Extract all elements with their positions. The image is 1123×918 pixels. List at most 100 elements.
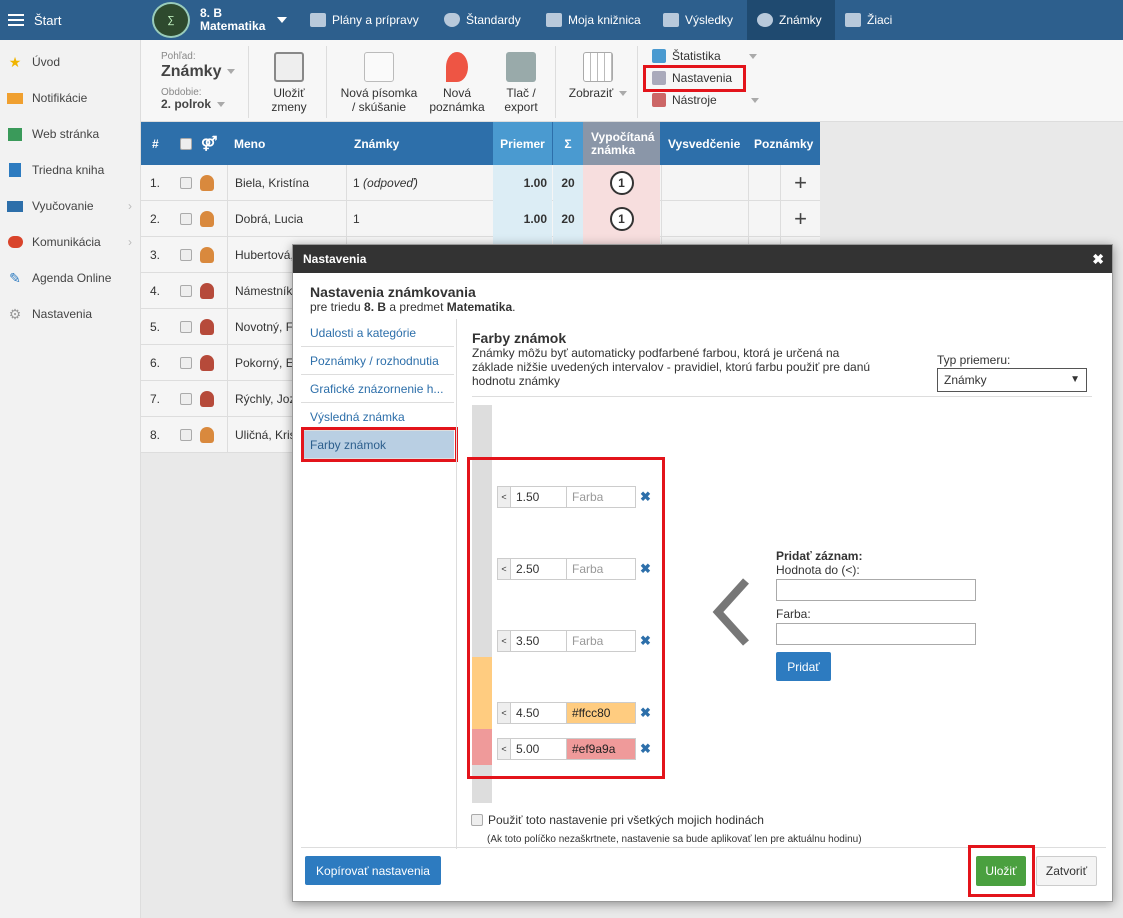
row-checkbox[interactable] <box>180 201 192 237</box>
row-notes-cell <box>748 165 780 201</box>
row-checkbox[interactable] <box>180 417 192 453</box>
col-sum[interactable]: Σ <box>553 122 583 165</box>
new-test-button[interactable]: Nová písomka / skúšanie <box>335 52 423 114</box>
col-name[interactable]: Meno <box>234 122 265 165</box>
row-checkbox[interactable] <box>180 165 192 201</box>
apply-all-option[interactable]: Použiť toto nastavenie pri všetkých moji… <box>471 813 764 827</box>
sidebar-item-teaching[interactable]: Vyučovanie › <box>0 188 140 224</box>
highlight-save-button <box>968 845 1035 897</box>
avg-type-select[interactable]: Známky ▼ <box>937 368 1087 392</box>
col-notes[interactable]: Poznámky <box>754 122 813 165</box>
book-icon <box>6 162 24 178</box>
sidebar-item-label: Vyučovanie <box>32 199 94 213</box>
tab-events-categories[interactable]: Udalosti a kategórie <box>301 319 454 347</box>
chevron-down-icon <box>748 53 757 59</box>
tab-notes-decisions[interactable]: Poznámky / rozhodnutia <box>301 347 454 375</box>
table-row: 2. Dobrá, Lucia 1 1.00 20 1 + <box>141 201 820 237</box>
start-menu-button[interactable]: Štart <box>0 0 141 40</box>
grid-settings-icon <box>583 52 613 82</box>
apply-all-checkbox[interactable] <box>471 814 483 826</box>
row-checkbox[interactable] <box>180 309 192 345</box>
modal-title: Nastavenia <box>303 252 367 266</box>
view-value: Známky <box>161 63 222 80</box>
row-checkbox[interactable] <box>180 237 192 273</box>
sidebar-item-classbook[interactable]: Triedna kniha <box>0 152 140 188</box>
section-description: Známky môžu byť automaticky podfarbené f… <box>472 346 871 388</box>
sidebar-item-communication[interactable]: Komunikácia › <box>0 224 140 260</box>
subtitle-mid: a predmet <box>389 300 444 314</box>
sidebar-item-agenda[interactable]: ✎ Agenda Online <box>0 260 140 296</box>
view-label: Pohľad: <box>161 51 196 62</box>
add-note-icon[interactable]: + <box>780 165 820 201</box>
nav-students[interactable]: Žiaci <box>845 0 892 40</box>
sidebar-item-web[interactable]: Web stránka <box>0 116 140 152</box>
new-note-button[interactable]: Nová poznámka <box>427 52 487 114</box>
row-grades[interactable]: 1 <box>346 201 493 237</box>
sidebar-item-label: Notifikácie <box>32 91 88 105</box>
col-calc[interactable]: Vypočítaná známka <box>583 122 660 165</box>
row-calc: 1 <box>583 201 660 237</box>
save-label-2: zmeny <box>271 100 307 114</box>
add-value-input[interactable] <box>776 579 976 601</box>
subtitle-class: 8. B <box>364 300 387 314</box>
row-checkbox[interactable] <box>180 345 192 381</box>
row-grade-value: 1 <box>353 176 360 190</box>
save-changes-button[interactable]: Uložiť zmeny <box>251 52 327 114</box>
nav-plans[interactable]: Plány a prípravy <box>310 0 419 40</box>
floppy-disk-icon <box>274 52 304 82</box>
tab-graphic[interactable]: Grafické znázornenie h... <box>301 375 454 403</box>
sidebar-item-label: Web stránka <box>32 127 100 141</box>
highlight-grade-colors-tab <box>301 427 458 462</box>
close-icon[interactable]: ✖ <box>1092 251 1104 268</box>
calc-grade[interactable]: 1 <box>609 171 634 195</box>
calc-grade[interactable]: 1 <box>609 207 634 231</box>
nav-standards[interactable]: Štandardy <box>444 0 521 40</box>
subtitle-subject: Matematika <box>446 300 513 314</box>
grade-colors-panel: Farby známok Známky môžu byť automaticky… <box>456 319 1106 849</box>
print-export-button[interactable]: Tlač / export <box>491 52 551 114</box>
row-grade-value: 1 <box>353 212 360 226</box>
avg-type-label: Typ priemeru: <box>937 353 1011 367</box>
row-cert[interactable] <box>661 165 748 201</box>
show-button[interactable]: Zobraziť <box>562 52 634 100</box>
pupil-icon <box>200 417 214 453</box>
row-checkbox[interactable] <box>180 273 192 309</box>
period-selector[interactable]: 2. polrok <box>161 97 226 111</box>
add-note-icon[interactable]: + <box>780 201 820 237</box>
sidebar-item-intro[interactable]: ★ Úvod <box>0 44 140 80</box>
pupil-icon <box>200 381 214 417</box>
col-grades[interactable]: Známky <box>354 122 399 165</box>
sidebar-item-label: Komunikácia <box>32 235 101 249</box>
nav-results[interactable]: Výsledky <box>663 0 733 40</box>
add-record-form: Pridať záznam: Hodnota do (<): Farba: Pr… <box>776 549 976 681</box>
sidebar-item-notifications[interactable]: Notifikácie <box>0 80 140 116</box>
close-button[interactable]: Zatvoriť <box>1036 856 1097 886</box>
add-value-label: Hodnota do (<): <box>776 563 860 577</box>
nav-library[interactable]: Moja knižnica <box>546 0 641 40</box>
sidebar-item-settings[interactable]: ⚙ Nastavenia <box>0 296 140 332</box>
tools-menu[interactable]: Nástroje <box>652 93 759 107</box>
col-cert[interactable]: Vysvedčenie <box>668 122 740 165</box>
nav-grades[interactable]: Známky <box>747 0 835 40</box>
sidebar: ★ Úvod Notifikácie Web stránka Triedna kn… <box>0 40 141 918</box>
select-all-checkbox[interactable] <box>180 122 192 165</box>
add-button[interactable]: Pridať <box>776 652 831 681</box>
row-checkbox[interactable] <box>180 381 192 417</box>
class-selector[interactable]: ∑ 8. B Matematika <box>152 2 288 38</box>
chevron-down-icon <box>227 69 236 75</box>
copy-settings-button[interactable]: Kopírovať nastavenia <box>305 856 441 885</box>
row-grades[interactable]: 1 (odpoveď) <box>346 165 493 201</box>
view-selector[interactable]: Známky <box>161 63 236 81</box>
col-avg[interactable]: Priemer <box>493 122 552 165</box>
grades-icon <box>757 13 773 27</box>
col-calc-label-1: Vypočítaná <box>591 129 655 144</box>
row-name[interactable]: Dobrá, Lucia <box>227 201 346 237</box>
statistics-menu[interactable]: Štatistika <box>652 49 757 63</box>
start-label: Štart <box>34 12 62 28</box>
star-icon: ★ <box>8 53 22 70</box>
pupil-icon <box>200 273 214 309</box>
pupil-icon <box>200 345 214 381</box>
add-color-input[interactable] <box>776 623 976 645</box>
row-cert[interactable] <box>661 201 748 237</box>
row-name[interactable]: Biela, Kristína <box>227 165 346 201</box>
